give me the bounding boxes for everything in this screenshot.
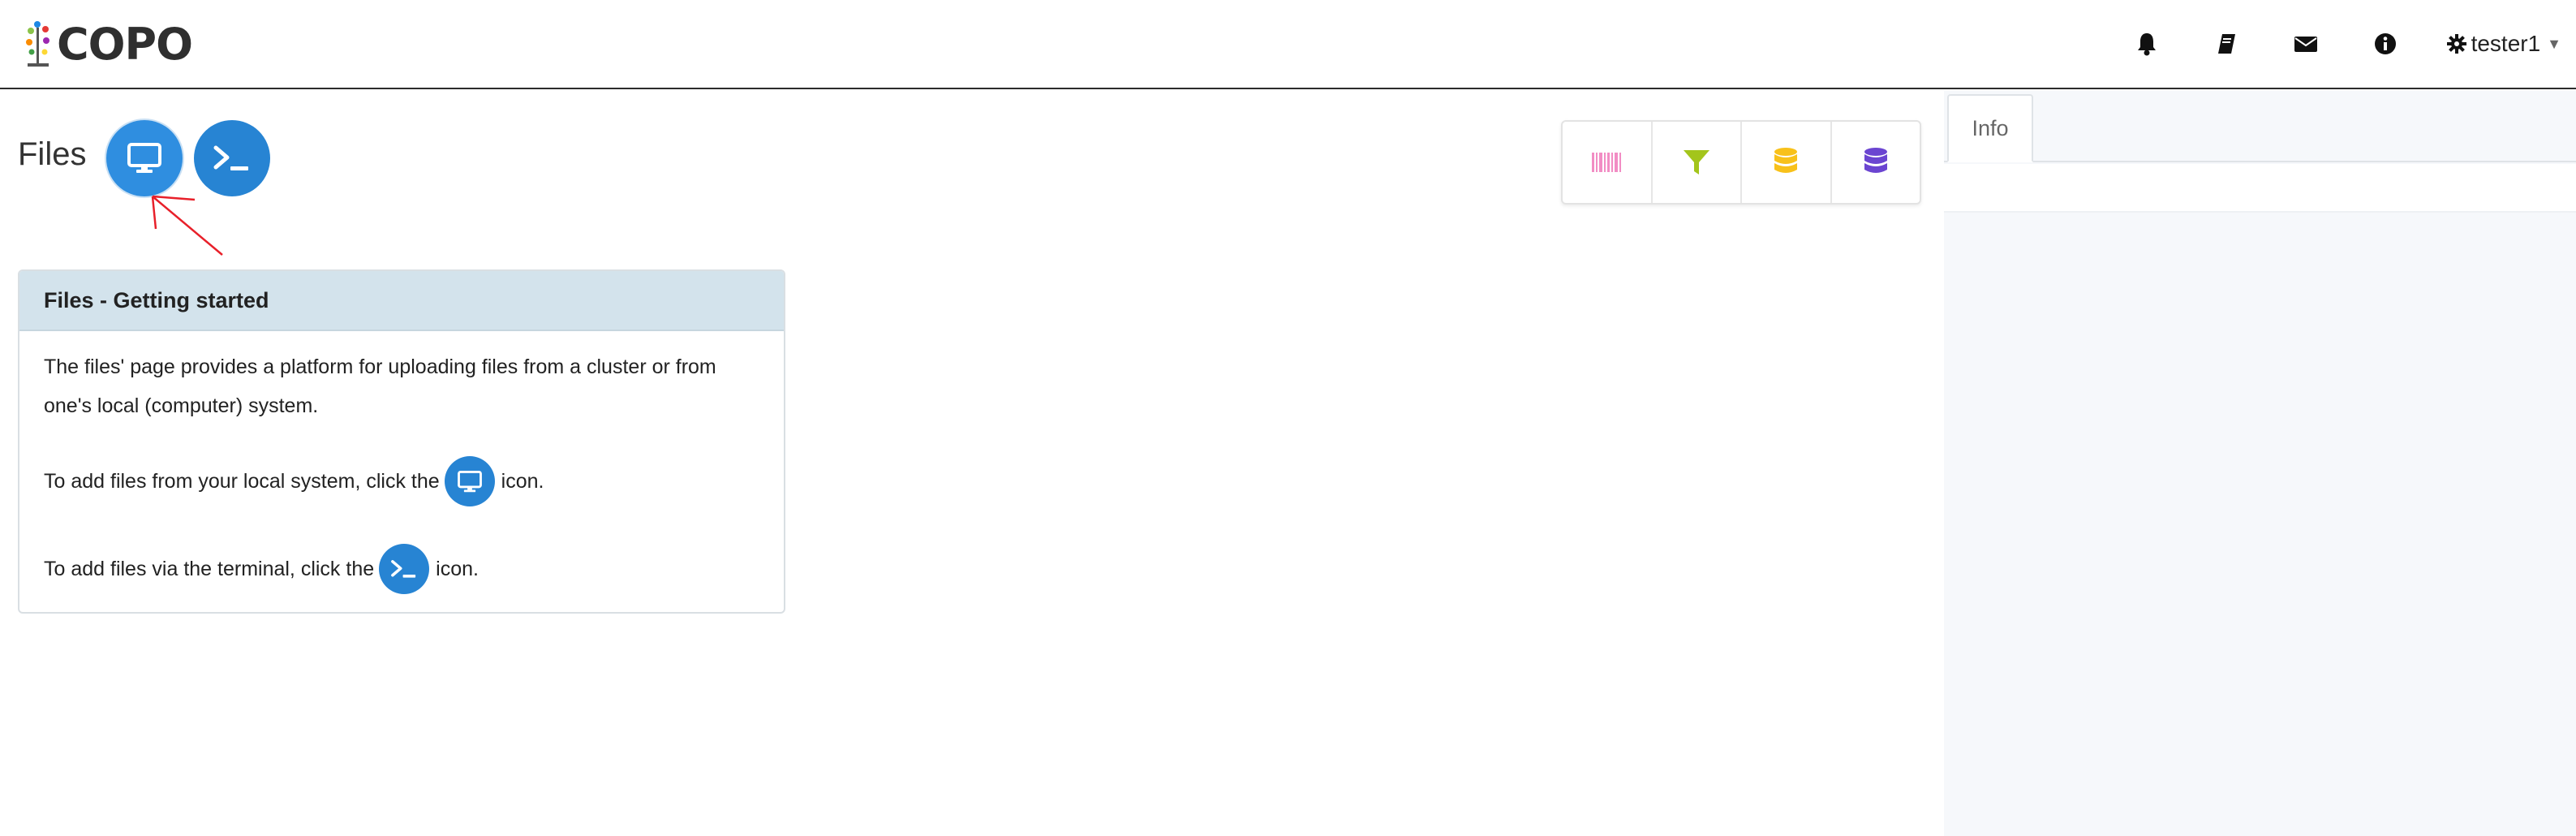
barcode-filter-button[interactable] xyxy=(1563,122,1653,203)
book-icon[interactable] xyxy=(2208,26,2244,62)
local-instruction: To add files from your local system, cli… xyxy=(44,453,759,510)
page-title: Files xyxy=(18,136,87,172)
bell-icon[interactable] xyxy=(2129,26,2165,62)
filter-button[interactable] xyxy=(1653,122,1742,203)
barcode-icon xyxy=(1592,153,1622,172)
desktop-icon xyxy=(127,143,161,173)
terminal-upload-button[interactable] xyxy=(194,120,270,196)
sidebar-tabs: Info xyxy=(1944,91,2576,162)
desktop-icon xyxy=(457,470,482,492)
info-tab-content xyxy=(1944,164,2576,213)
filter-button-group xyxy=(1561,120,1921,205)
panel-intro: The files' page provides a platform for … xyxy=(44,356,716,417)
terminal-icon xyxy=(391,560,416,578)
top-navbar: COPO tester1 ▼ xyxy=(0,0,2576,89)
info-icon[interactable] xyxy=(2367,26,2403,62)
panel-title: Files - Getting started xyxy=(19,271,784,331)
database-icon xyxy=(1774,148,1798,173)
terminal-instruction: To add files via the terminal, click the… xyxy=(44,541,759,597)
gear-icon xyxy=(2446,34,2466,54)
info-sidebar: Info xyxy=(1944,91,2576,836)
app-name: COPO xyxy=(57,18,193,70)
getting-started-panel: Files - Getting started The files' page … xyxy=(18,269,785,614)
terminal-icon xyxy=(213,145,248,170)
tree-logo-icon xyxy=(26,21,49,67)
terminal-instruction-suffix: icon. xyxy=(436,558,479,580)
database-yellow-button[interactable] xyxy=(1742,122,1832,203)
nav-icon-group: tester1 ▼ xyxy=(2129,0,2576,88)
username: tester1 xyxy=(2471,31,2541,56)
local-instruction-text: To add files from your local system, cli… xyxy=(44,470,440,493)
terminal-instruction-text: To add files via the terminal, click the xyxy=(44,558,375,580)
local-upload-button[interactable] xyxy=(106,120,183,196)
database-purple-button[interactable] xyxy=(1832,122,1920,203)
inline-local-upload-button[interactable] xyxy=(444,456,495,506)
panel-body: The files' page provides a platform for … xyxy=(19,331,784,614)
inline-terminal-upload-button[interactable] xyxy=(379,544,430,594)
database-icon xyxy=(1864,148,1887,173)
local-instruction-suffix: icon. xyxy=(501,470,544,493)
chevron-down-icon: ▼ xyxy=(2547,35,2561,52)
user-menu[interactable]: tester1 ▼ xyxy=(2446,31,2561,57)
copo-logo[interactable]: COPO xyxy=(24,18,193,70)
filter-icon xyxy=(1683,150,1709,175)
envelope-icon[interactable] xyxy=(2288,26,2324,62)
tab-info[interactable]: Info xyxy=(1947,94,2033,162)
